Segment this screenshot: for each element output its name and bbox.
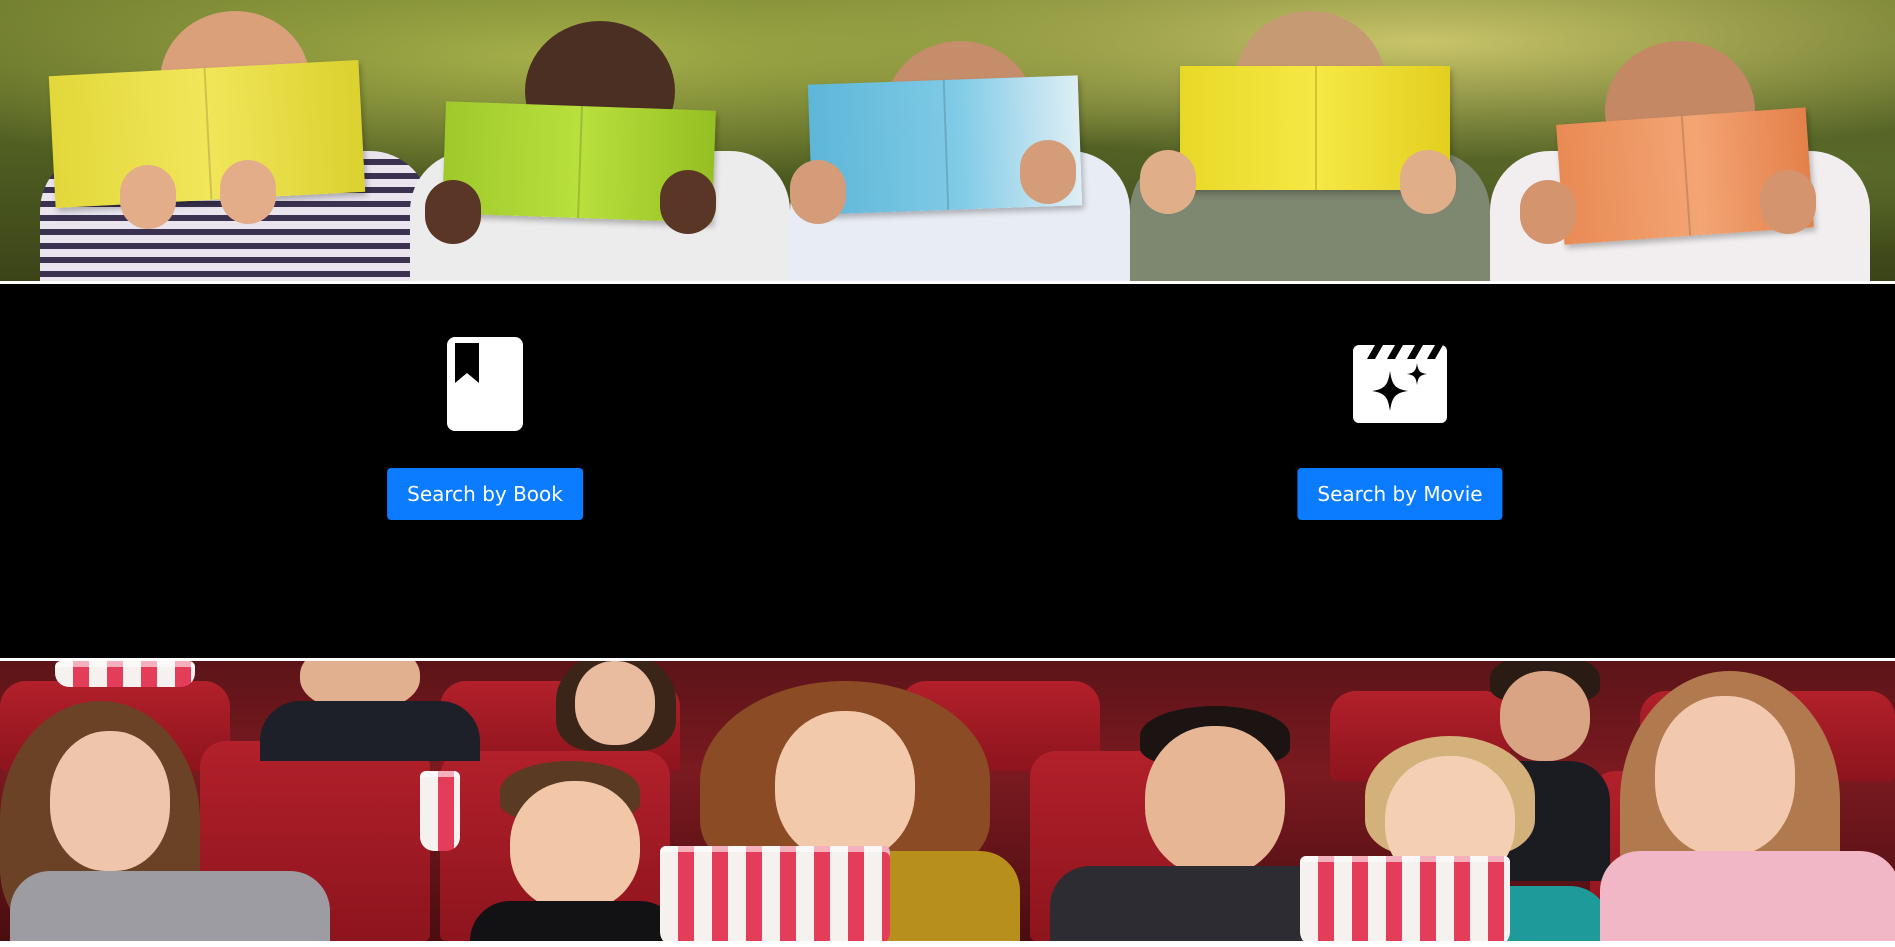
book-bookmark-icon: [447, 337, 523, 431]
yellow-book: [48, 59, 366, 209]
film-clapper-sparkles-icon: [1353, 345, 1447, 423]
cinema-audience-banner: [0, 661, 1895, 941]
search-by-movie-button[interactable]: Search by Movie: [1297, 468, 1503, 520]
popcorn-bucket: [55, 661, 195, 687]
popcorn-bucket: [1300, 856, 1510, 941]
page-bottom-edge: [0, 941, 1895, 947]
kids-reading-banner: [0, 0, 1895, 281]
page: Search by Book Search by Movie: [0, 0, 1895, 947]
search-by-book-button[interactable]: Search by Book: [387, 468, 583, 520]
popcorn-bucket: [420, 771, 460, 851]
search-options-panel: Search by Book Search by Movie: [0, 284, 1895, 658]
popcorn-bucket: [660, 846, 890, 941]
